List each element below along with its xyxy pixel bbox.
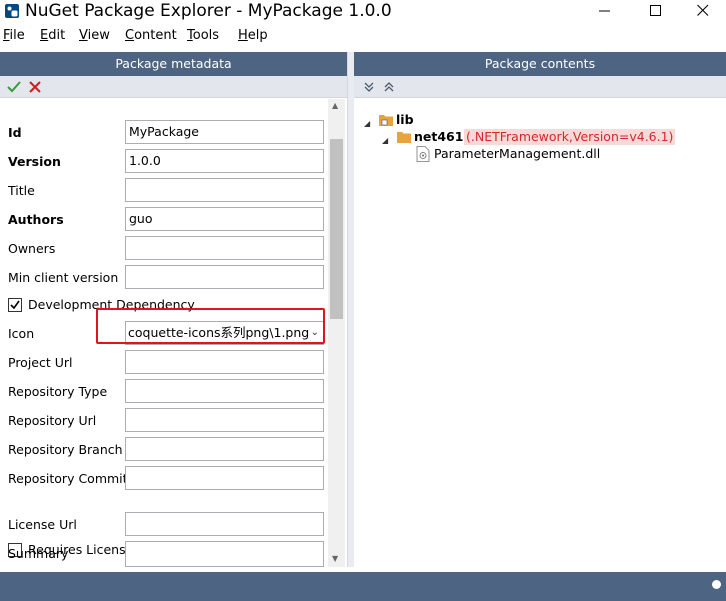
repository-type-label: Repository Type	[8, 384, 108, 399]
owners-label: Owners	[8, 241, 56, 256]
field-row-repository-url: Repository Url	[0, 408, 328, 434]
min-client-version-input[interactable]	[125, 265, 324, 289]
field-row-title: Title	[0, 178, 328, 204]
owners-input[interactable]	[125, 236, 324, 260]
tree-node-lib[interactable]: ◢ lib	[364, 111, 484, 129]
repository-branch-input[interactable]	[125, 437, 324, 461]
framework-version-label: (.NETFramework,Version=v4.6.1)	[464, 129, 676, 145]
tree-label-lib: lib	[396, 112, 414, 127]
scroll-down-icon[interactable]: ▼	[332, 554, 338, 564]
project-url-label: Project Url	[8, 355, 73, 370]
collapse-all-icon[interactable]	[361, 79, 377, 95]
repository-type-input[interactable]	[125, 379, 324, 403]
tree-label-dll: ParameterManagement.dll	[434, 146, 601, 161]
authors-label: Authors	[8, 212, 64, 227]
metadata-toolbar	[0, 76, 347, 98]
tree-node-dll[interactable]: ParameterManagement.dll	[416, 145, 676, 163]
maximize-icon	[650, 5, 661, 16]
folder-icon	[379, 115, 393, 126]
dll-file-icon	[416, 146, 430, 162]
status-bar	[0, 572, 726, 601]
menu-tools[interactable]: Tools	[187, 28, 219, 44]
authors-input[interactable]: guo	[125, 207, 324, 231]
repository-url-input[interactable]	[125, 408, 324, 432]
maximize-button[interactable]	[633, 0, 679, 22]
summary-label: Summary	[8, 546, 69, 561]
minimize-icon	[599, 10, 610, 12]
scroll-up-icon[interactable]: ▲	[332, 101, 338, 111]
field-row-license-url: License Url	[0, 512, 328, 538]
close-icon	[697, 4, 709, 16]
package-contents-panel: Package contents ◢ lib ◢ net461 (.NETFra…	[354, 52, 726, 567]
expand-all-icon[interactable]	[381, 79, 397, 95]
id-input[interactable]: MyPackage	[125, 120, 324, 144]
tree-label-net461: net461	[414, 129, 464, 144]
window-title: NuGet Package Explorer - MyPackage 1.0.0	[25, 1, 392, 21]
project-url-input[interactable]	[125, 350, 324, 374]
summary-input[interactable]	[125, 541, 324, 567]
field-row-id: Id MyPackage	[0, 120, 328, 146]
title-input[interactable]	[125, 178, 324, 202]
title-bar: NuGet Package Explorer - MyPackage 1.0.0	[0, 0, 726, 25]
version-input[interactable]: 1.0.0	[125, 149, 324, 173]
field-row-version: Version 1.0.0	[0, 149, 328, 175]
minimize-button[interactable]	[582, 0, 628, 22]
check-icon[interactable]	[6, 79, 22, 95]
field-row-min-client-version: Min client version	[0, 265, 328, 291]
min-client-version-label: Min client version	[8, 270, 119, 285]
tree-expander-icon[interactable]: ◢	[364, 115, 370, 133]
menu-view[interactable]: View	[79, 28, 110, 44]
field-row-repository-branch: Repository Branch	[0, 437, 328, 463]
repository-commit-label: Repository Commit	[8, 471, 128, 486]
field-row-summary: Summary	[0, 541, 328, 567]
tree-expander-icon[interactable]: ◢	[382, 132, 388, 150]
development-dependency-box[interactable]	[8, 298, 22, 312]
field-row-repository-type: Repository Type	[0, 379, 328, 405]
license-url-input[interactable]	[125, 512, 324, 536]
cancel-icon[interactable]	[27, 79, 43, 95]
menu-edit[interactable]: Edit	[40, 28, 65, 44]
menu-help[interactable]: Help	[238, 28, 268, 44]
package-contents-tree: ◢ lib ◢ net461 (.NETFramework,Version=v4…	[354, 99, 726, 567]
metadata-header: Package metadata	[0, 52, 347, 76]
menu-bar: File Edit View Content Tools Help	[0, 25, 726, 47]
field-row-authors: Authors guo	[0, 207, 328, 233]
version-label: Version	[8, 154, 61, 169]
status-indicator	[712, 580, 721, 589]
repository-commit-input[interactable]	[125, 466, 324, 490]
folder-icon	[397, 132, 411, 143]
menu-file[interactable]: File	[3, 28, 25, 44]
nuget-app-icon	[5, 4, 19, 18]
repository-url-label: Repository Url	[8, 413, 97, 428]
menu-content[interactable]: Content	[125, 28, 177, 44]
id-label: Id	[8, 125, 22, 140]
field-row-repository-commit: Repository Commit	[0, 466, 328, 492]
field-row-project-url: Project Url	[0, 350, 328, 376]
icon-label: Icon	[8, 326, 35, 341]
metadata-scrollbar[interactable]: ▲ ▼	[328, 99, 345, 567]
field-row-owners: Owners	[0, 236, 328, 262]
contents-toolbar	[354, 76, 726, 98]
repository-branch-label: Repository Branch	[8, 442, 123, 457]
checkmark-icon	[10, 300, 20, 310]
close-button[interactable]	[680, 0, 726, 22]
icon-field-highlight	[96, 308, 325, 344]
scrollbar-thumb[interactable]	[330, 139, 343, 319]
contents-header: Package contents	[354, 52, 726, 76]
title-label: Title	[8, 183, 35, 198]
license-url-label: License Url	[8, 517, 77, 532]
tree-node-net461[interactable]: ◢ net461 (.NETFramework,Version=v4.6.1)	[382, 128, 722, 146]
